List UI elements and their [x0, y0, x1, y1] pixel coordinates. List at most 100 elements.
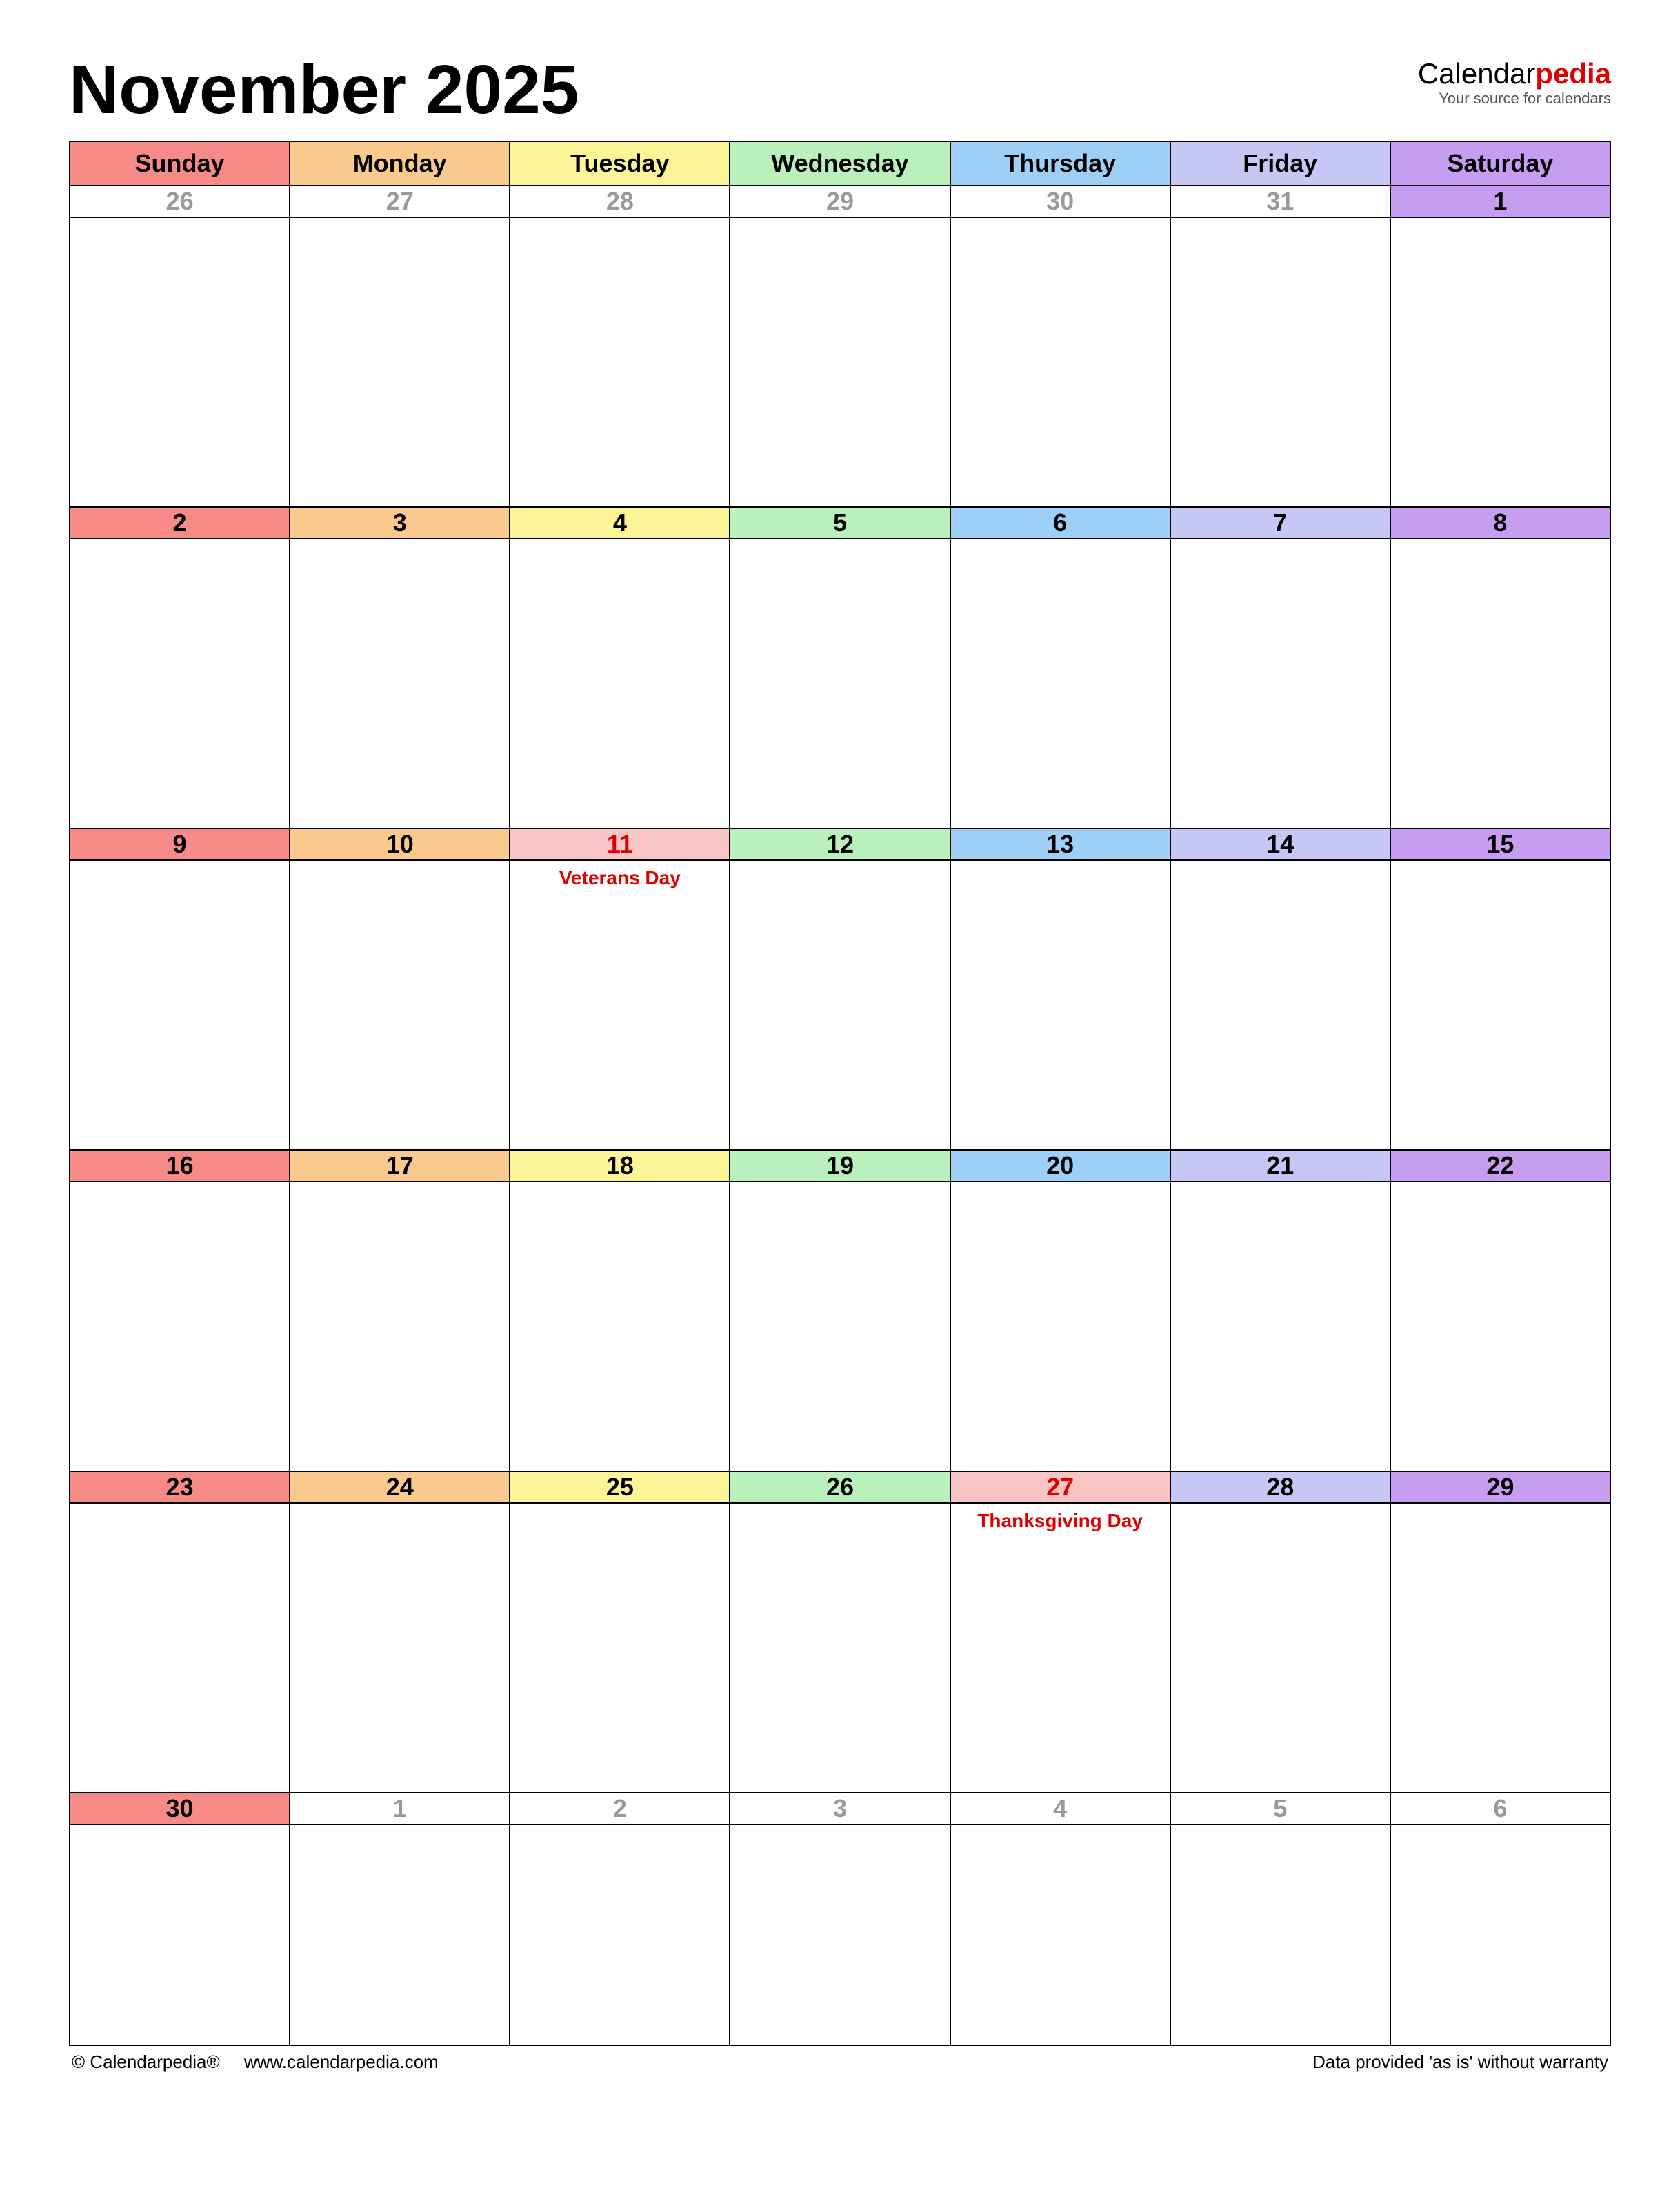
weekday-sunday: Sunday — [70, 141, 290, 186]
date-number: 5 — [833, 508, 847, 537]
day-body-cell — [950, 1182, 1170, 1471]
weekday-thursday: Thursday — [950, 141, 1170, 186]
day-body-cell — [510, 1824, 730, 2045]
day-body-cell — [730, 539, 950, 828]
date-cell: 12 — [730, 828, 950, 860]
date-cell: 26 — [730, 1471, 950, 1503]
day-body-cell — [950, 860, 1170, 1150]
day-body-cell — [70, 539, 290, 828]
day-body-cell — [1390, 860, 1610, 1150]
brand-tagline: Your source for calendars — [1418, 90, 1611, 108]
day-body-cell — [730, 217, 950, 507]
date-cell: 24 — [290, 1471, 510, 1503]
date-cell: 18 — [510, 1150, 730, 1182]
day-body-cell — [1170, 217, 1390, 507]
date-cell: 4 — [510, 507, 730, 539]
weekday-friday: Friday — [1170, 141, 1390, 186]
day-body-row: Thanksgiving Day — [70, 1503, 1610, 1793]
date-cell: 2 — [510, 1793, 730, 1824]
date-cell: 31 — [1170, 186, 1390, 217]
day-body-cell — [290, 860, 510, 1150]
date-cell: 5 — [1170, 1793, 1390, 1824]
day-body-cell — [730, 860, 950, 1150]
day-body-cell — [510, 217, 730, 507]
date-number: 23 — [166, 1473, 194, 1501]
date-number: 19 — [826, 1151, 854, 1180]
day-body-cell — [730, 1824, 950, 2045]
day-body-cell — [1390, 1824, 1610, 2045]
date-number: 14 — [1266, 830, 1294, 858]
date-number: 6 — [1053, 508, 1067, 537]
date-cell: 2 — [70, 507, 290, 539]
day-body-row — [70, 1182, 1610, 1471]
date-cell: 6 — [1390, 1793, 1610, 1824]
day-body-cell — [70, 1503, 290, 1793]
holiday-label: Thanksgiving Day — [957, 1509, 1164, 1533]
date-cell: 28 — [1170, 1471, 1390, 1503]
date-cell: 7 — [1170, 507, 1390, 539]
day-body-cell: Veterans Day — [510, 860, 730, 1150]
date-row: 2345678 — [70, 507, 1610, 539]
date-cell: 3 — [290, 507, 510, 539]
day-body-cell — [510, 1503, 730, 1793]
calendar-grid: Sunday Monday Tuesday Wednesday Thursday… — [69, 141, 1611, 2046]
date-number: 24 — [386, 1473, 414, 1501]
date-cell: 22 — [1390, 1150, 1610, 1182]
date-row: 26 27 282930 31 1 — [70, 186, 1610, 217]
date-number: 29 — [1486, 1473, 1514, 1501]
date-number: 2 — [613, 1794, 627, 1822]
date-cell: 27 — [950, 1471, 1170, 1503]
day-body-cell: Thanksgiving Day — [950, 1503, 1170, 1793]
day-body-cell — [1170, 539, 1390, 828]
date-number: 27 — [1046, 1473, 1074, 1501]
day-body-row — [70, 217, 1610, 507]
date-number: 6 — [1493, 1794, 1507, 1822]
date-cell: 30 — [950, 186, 1170, 217]
date-number: 1 — [393, 1794, 407, 1822]
date-cell: 21 — [1170, 1150, 1390, 1182]
date-cell: 10 — [290, 828, 510, 860]
day-body-cell — [1390, 217, 1610, 507]
date-number: 27 — [386, 187, 414, 215]
date-number: 3 — [393, 508, 407, 537]
date-cell: 9 — [70, 828, 290, 860]
weekday-saturday: Saturday — [1390, 141, 1610, 186]
date-number: 1 — [1493, 187, 1507, 215]
day-body-cell — [1170, 1824, 1390, 2045]
date-cell: 20 — [950, 1150, 1170, 1182]
date-cell: 1 — [290, 1793, 510, 1824]
date-row: 30123456 — [70, 1793, 1610, 1824]
date-cell: 29 — [730, 186, 950, 217]
date-cell: 5 — [730, 507, 950, 539]
date-cell: 14 — [1170, 828, 1390, 860]
day-body-cell — [730, 1503, 950, 1793]
date-cell: 25 — [510, 1471, 730, 1503]
date-row: 23 24 2526 27 28 29 — [70, 1471, 1610, 1503]
day-body-row — [70, 1824, 1610, 2045]
date-cell: 1 — [1390, 186, 1610, 217]
date-cell: 15 — [1390, 828, 1610, 860]
day-body-cell — [510, 1182, 730, 1471]
date-cell: 16 — [70, 1150, 290, 1182]
day-body-cell — [1170, 1503, 1390, 1793]
date-number: 10 — [386, 830, 414, 858]
date-row: 16171819202122 — [70, 1150, 1610, 1182]
holiday-label: Veterans Day — [516, 866, 723, 890]
date-number: 13 — [1046, 830, 1074, 858]
weekday-header-row: Sunday Monday Tuesday Wednesday Thursday… — [70, 141, 1610, 186]
day-body-cell — [1390, 1503, 1610, 1793]
date-cell: 6 — [950, 507, 1170, 539]
date-cell: 4 — [950, 1793, 1170, 1824]
footer-bar: © Calendarpedia® www.calendarpedia.com D… — [69, 2051, 1611, 2073]
date-cell: 28 — [510, 186, 730, 217]
day-body-cell — [70, 1824, 290, 2045]
date-number: 18 — [606, 1151, 634, 1180]
date-number: 22 — [1486, 1151, 1514, 1180]
brand-block: Calendarpedia Your source for calendars — [1418, 55, 1611, 108]
date-number: 31 — [1266, 187, 1294, 215]
footer-disclaimer: Data provided 'as is' without warranty — [1312, 2051, 1608, 2073]
day-body-cell — [290, 217, 510, 507]
date-number: 26 — [166, 187, 194, 215]
date-number: 28 — [1266, 1473, 1294, 1501]
date-number: 20 — [1046, 1151, 1074, 1180]
